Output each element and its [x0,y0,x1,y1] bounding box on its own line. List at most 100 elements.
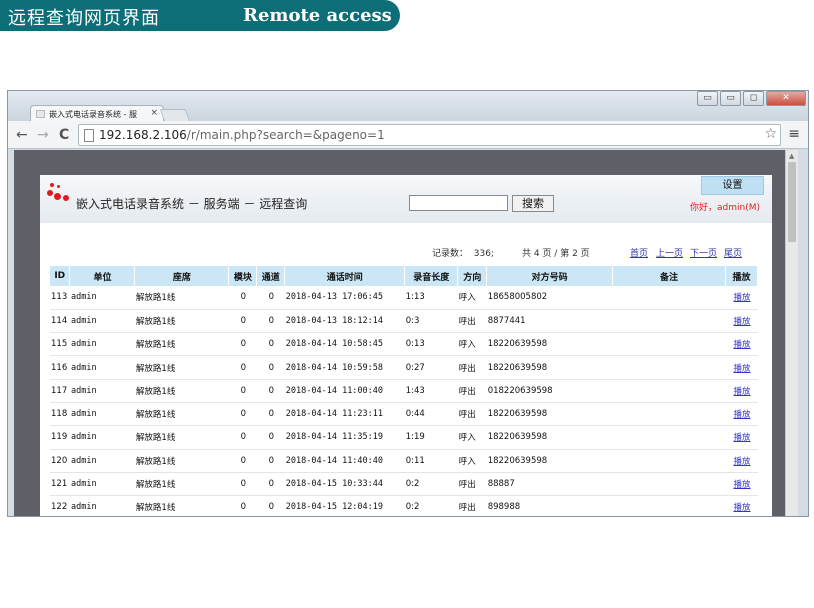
record-count-value: 336; [473,249,494,259]
table-cell: 2018-04-14 10:59:58 [284,355,405,380]
table-cell: 0 [228,355,257,380]
table-body: 113 admin 解放路1线 0 0 2018-04-13 17:06:45 1:13 呼入… [50,286,758,516]
table-cell: 呼入 [457,332,487,357]
table-cell: 2018-04-14 11:23:11 [284,402,405,427]
table-cell: 0:11 [404,449,458,473]
table-cell: 呼入 [457,425,487,450]
next-page-link[interactable]: 下一页 [690,246,717,259]
table-cell: 解放路1线 [134,355,229,380]
window-extra-button[interactable]: ▭ [697,91,718,106]
play-link[interactable]: 播放 [733,340,750,350]
table-cell [612,332,726,357]
table-cell: 18658005802 [486,286,613,310]
table-cell: 1:43 [404,379,458,403]
browser-window: 嵌入式电话录音系统 - 服 × ▭ ▭ ◻ ✕ ← → C 192.168.2.… [7,90,809,517]
table-cell [612,449,726,473]
play-link[interactable]: 播放 [733,364,750,374]
search-button[interactable]: 搜索 [512,195,554,212]
table-cell: 898988 [486,495,613,516]
table-cell: 122 [50,495,70,516]
prev-page-link[interactable]: 上一页 [656,246,683,259]
window-minimize-button[interactable]: ▭ [720,91,741,106]
table-cell: 解放路1线 [134,286,229,310]
play-link[interactable]: 播放 [733,457,750,467]
play-link[interactable]: 播放 [733,293,750,303]
web-page: 嵌入式电话录音系统 － 服务端 － 远程查询 搜索 设置 你好，admin(M)… [40,175,772,516]
play-link[interactable]: 播放 [733,433,750,443]
window-maximize-button[interactable]: ◻ [743,91,764,106]
table-cell: 0 [256,425,285,450]
column-header: ID [50,266,71,286]
table-cell: 解放路1线 [134,425,229,450]
table-cell [612,495,726,516]
vertical-scrollbar[interactable]: ▲ [785,150,798,516]
table-cell: 0 [256,449,285,473]
table-cell: 0:2 [404,495,458,516]
table-cell: 018220639598 [486,379,613,403]
table-cell: 18220639598 [486,425,613,450]
column-header: 录音长度 [404,266,459,286]
play-cell: 播放 [725,402,758,427]
table-cell: 0 [228,332,257,357]
table-cell: admin [69,355,135,380]
reload-icon[interactable]: C [59,127,69,143]
table-cell [612,355,726,380]
table-cell: 116 [50,355,70,380]
star-icon[interactable]: ☆ [764,126,777,142]
play-link[interactable]: 播放 [733,480,750,490]
search-input[interactable] [409,195,508,211]
table-cell [612,379,726,403]
hamburger-menu-icon[interactable]: ≡ [788,126,800,142]
play-cell: 播放 [725,332,758,357]
banner-title-en: Remote access [243,5,392,26]
page-header: 嵌入式电话录音系统 － 服务端 － 远程查询 搜索 设置 你好，admin(M) [40,175,772,223]
table-cell: 0 [228,379,257,403]
table-cell: 0:13 [404,332,458,357]
table-cell: 119 [50,425,70,450]
record-count: 记录数： 336; [432,246,494,259]
table-cell: 解放路1线 [134,449,229,473]
table-cell: 0 [256,495,285,516]
window-close-button[interactable]: ✕ [766,91,806,106]
tab-close-icon[interactable]: × [150,108,158,118]
table-cell [612,402,726,427]
table-cell: 113 [50,286,70,310]
address-bar[interactable]: 192.168.2.106/r/main.php?search=&pageno=… [78,124,781,146]
table-cell: 2018-04-13 18:12:14 [284,309,405,334]
caption-banner: 远程查询网页界面 Remote access [0,0,400,31]
play-cell: 播放 [725,495,758,516]
scroll-up-arrow-icon[interactable]: ▲ [789,152,794,160]
call-records-table: ID 单位 座席 模块 通道 通话时间 录音长度 方向 对方号码 备注 播放 113 admin 解放路… [50,266,759,516]
play-link[interactable]: 播放 [733,410,750,420]
table-cell: 1:19 [404,425,458,450]
play-link[interactable]: 播放 [733,503,750,513]
back-arrow-icon[interactable]: ← [16,127,28,143]
forward-arrow-icon[interactable]: → [37,127,49,143]
table-cell: 117 [50,379,70,403]
user-greeting: 你好，admin(M) [690,203,760,213]
window-controls: ▭ ▭ ◻ ✕ [695,91,806,107]
column-header: 座席 [134,266,230,286]
table-row: 121 admin 解放路1线 0 0 2018-04-15 10:33:44 0:2 呼出 8… [50,472,758,497]
table-cell: 解放路1线 [134,402,229,427]
settings-button[interactable]: 设置 [701,176,764,195]
browser-tab[interactable]: 嵌入式电话录音系统 - 服 × [30,105,164,122]
record-count-label: 记录数： [432,249,469,259]
table-cell: 0 [256,332,285,357]
table-cell: 0 [228,472,257,497]
table-cell: admin [69,495,135,516]
last-page-link[interactable]: 尾页 [724,246,742,259]
table-cell: 0 [228,495,257,516]
table-cell: 0 [256,286,285,310]
table-cell: 88887 [486,472,613,497]
play-cell: 播放 [725,309,758,334]
table-cell: 呼出 [457,309,487,334]
table-cell: 2018-04-14 11:00:40 [284,379,405,403]
play-link[interactable]: 播放 [733,317,750,327]
play-link[interactable]: 播放 [733,387,750,397]
column-header: 播放 [725,266,759,286]
first-page-link[interactable]: 首页 [630,246,648,259]
table-cell: 18220639598 [486,332,613,357]
table-cell: 0 [228,449,257,473]
scrollbar-thumb[interactable] [788,162,796,242]
